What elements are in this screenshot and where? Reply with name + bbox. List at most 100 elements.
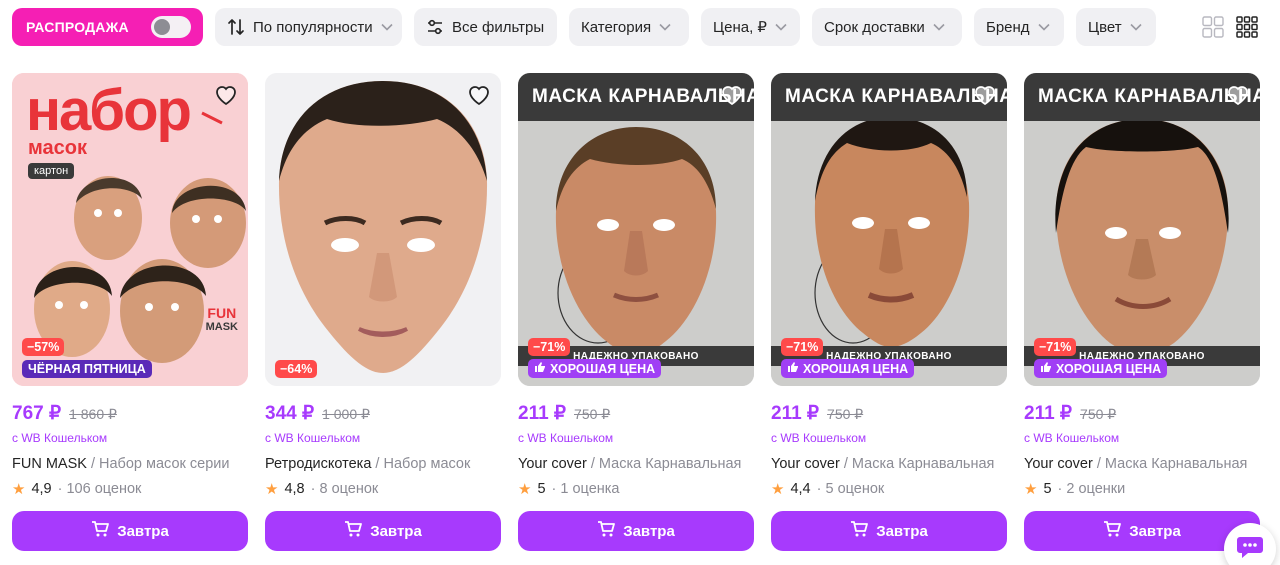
sort-dropdown[interactable]: По популярности [215,8,402,46]
wallet-note: с WB Кошельком [1024,431,1120,445]
color-label: Цвет [1088,18,1122,36]
product-grid: набор масок картон FUN MASK −57% ЧЁРНАЯ … [12,73,1260,551]
buy-label: Завтра [370,522,422,540]
product-title[interactable]: Your cover / Маска Карнавальная [1024,456,1260,472]
chat-button[interactable] [1224,523,1276,565]
product-brand: Your cover [518,456,587,472]
rating-row: ★ 5 · 1 оценка [518,480,754,498]
grid-large-icon[interactable] [1202,16,1224,43]
star-icon: ★ [518,481,532,498]
heart-icon[interactable] [971,81,999,109]
all-filters-label: Все фильтры [452,18,545,36]
sort-icon [227,18,245,36]
product-title[interactable]: Ретродискотека / Набор масок [265,456,501,472]
heart-icon[interactable] [718,81,746,109]
review-count: · 106 оценок [57,481,142,497]
funmask-logo: FUN MASK [206,306,238,334]
all-filters-button[interactable]: Все фильтры [414,8,557,46]
color-dropdown[interactable]: Цвет [1076,8,1156,46]
star-icon: ★ [1024,481,1038,498]
product-title[interactable]: Your cover / Маска Карнавальная [771,456,1007,472]
rating-value: 4,9 [31,481,52,497]
heart-icon[interactable] [465,81,493,109]
product-image[interactable]: −64% [265,73,501,386]
product-card[interactable]: набор масок картон FUN MASK −57% ЧЁРНАЯ … [12,73,248,551]
add-to-cart-button[interactable]: Завтра [518,511,754,551]
add-to-cart-button[interactable]: Завтра [771,511,1007,551]
review-count: · 5 оценок [816,481,885,497]
review-count: · 2 оценки [1057,481,1126,497]
product-card[interactable]: МАСКА КАРНАВАЛЬНАЯ НАДЕЖНО УПАКОВАНО −71… [771,73,1007,551]
product-brand: Your cover [1024,456,1093,472]
chevron-down-icon [1130,23,1142,31]
cart-icon [344,521,363,541]
product-image[interactable]: МАСКА КАРНАВАЛЬНАЯ НАДЕЖНО УПАКОВАНО −71… [1024,73,1260,386]
discount-badge: −71% [1034,338,1077,356]
image-subtitle: масок [28,137,88,159]
wallet-note: с WB Кошельком [518,431,614,445]
image-title: набор [26,78,192,143]
old-price: 750 ₽ [574,406,611,422]
product-brand: FUN MASK [12,456,87,472]
promo-text: ХОРОШАЯ ЦЕНА [550,361,656,376]
brand-dropdown[interactable]: Бренд [974,8,1064,46]
price-row: 211 ₽ 750 ₽ [518,402,754,425]
add-to-cart-button[interactable]: Завтра [12,511,248,551]
product-image[interactable]: МАСКА КАРНАВАЛЬНАЯ НАДЕЖНО УПАКОВАНО −71… [771,73,1007,386]
buy-label: Завтра [1129,522,1181,540]
grid-small-icon[interactable] [1236,16,1258,43]
current-price: 211 ₽ [1024,403,1073,424]
product-name: / Набор масок серии [86,456,230,472]
discount-badge: −57% [22,338,65,356]
view-toggles [1202,16,1258,43]
rating-value: 4,4 [790,481,811,497]
current-price: 767 ₽ [12,403,62,424]
buy-label: Завтра [117,522,169,540]
add-to-cart-button[interactable]: Завтра [265,511,501,551]
promo-badge: ХОРОШАЯ ЦЕНА [1034,359,1168,378]
price-row: 211 ₽ 750 ₽ [1024,402,1260,425]
price-row: 344 ₽ 1 000 ₽ [265,402,501,425]
product-name: / Маска Карнавальная [1092,456,1248,472]
heart-icon[interactable] [1224,81,1252,109]
star-icon: ★ [12,481,26,498]
star-icon: ★ [771,481,785,498]
cart-icon [850,521,869,541]
product-title[interactable]: FUN MASK / Набор масок серии [12,456,248,472]
thumbs-up-icon [787,361,799,376]
cart-icon [1103,521,1122,541]
product-title[interactable]: Your cover / Маска Карнавальная [518,456,754,472]
category-label: Категория [581,18,652,36]
review-count: · 1 оценка [551,481,620,497]
price-dropdown[interactable]: Цена, ₽ [701,8,800,46]
old-price: 750 ₽ [1080,406,1117,422]
price-label: Цена, ₽ [713,19,767,36]
product-card[interactable]: −64% 344 ₽ 1 000 ₽ с WB Кошельком Ретрод… [265,73,501,551]
wallet-note: с WB Кошельком [12,431,108,445]
chevron-down-icon [775,23,787,31]
rating-value: 4,8 [284,481,305,497]
wallet-note: с WB Кошельком [265,431,361,445]
product-card[interactable]: МАСКА КАРНАВАЛЬНАЯ НАДЕЖНО УПАКОВАНО −71… [518,73,754,551]
product-image[interactable]: набор масок картон FUN MASK −57% ЧЁРНАЯ … [12,73,248,386]
heart-icon[interactable] [212,81,240,109]
delivery-dropdown[interactable]: Срок доставки [812,8,962,46]
chevron-down-icon [659,23,671,31]
price-row: 767 ₽ 1 860 ₽ [12,402,248,425]
rating-row: ★ 4,9 · 106 оценок [12,480,248,498]
sort-label: По популярности [253,18,373,36]
review-count: · 8 оценок [310,481,379,497]
sale-toggle[interactable]: РАСПРОДАЖА [12,8,203,46]
product-card[interactable]: МАСКА КАРНАВАЛЬНАЯ НАДЕЖНО УПАКОВАНО −71… [1024,73,1260,551]
material-tag: картон [28,163,75,179]
toggle-switch[interactable] [151,16,191,38]
discount-badge: −71% [781,338,824,356]
rating-row: ★ 4,8 · 8 оценок [265,480,501,498]
sale-label: РАСПРОДАЖА [26,19,129,35]
buy-label: Завтра [623,522,675,540]
chevron-down-icon [381,23,393,31]
product-image[interactable]: МАСКА КАРНАВАЛЬНАЯ НАДЕЖНО УПАКОВАНО −71… [518,73,754,386]
old-price: 1 860 ₽ [69,406,117,422]
promo-badge: ЧЁРНАЯ ПЯТНИЦА [22,360,152,378]
category-dropdown[interactable]: Категория [569,8,689,46]
